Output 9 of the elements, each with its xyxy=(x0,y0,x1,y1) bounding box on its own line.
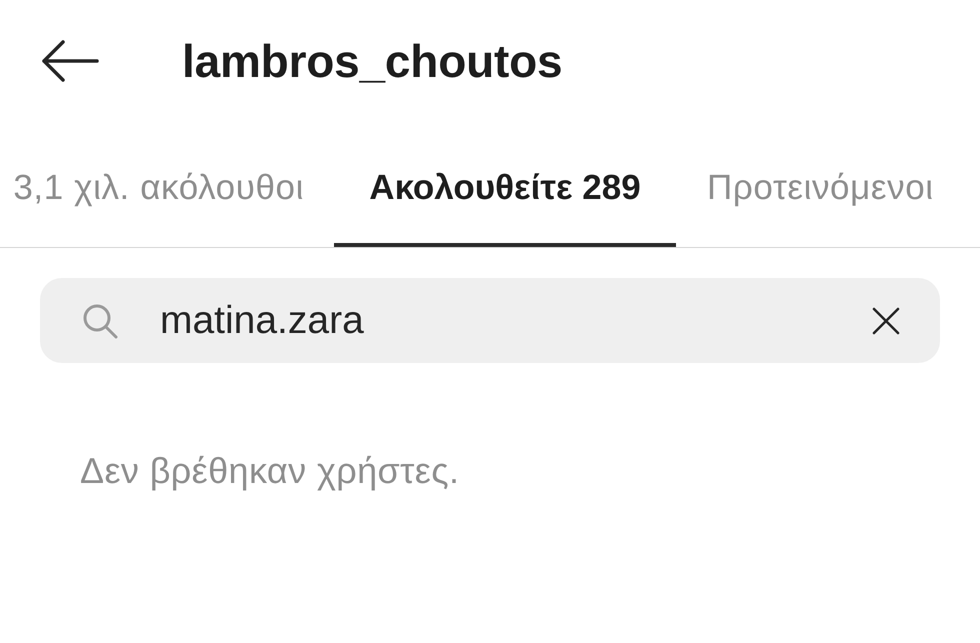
back-icon xyxy=(41,40,99,82)
clear-search-button[interactable] xyxy=(870,305,902,337)
no-results-message: Δεν βρέθηκαν χρήστες. xyxy=(80,451,460,491)
search-icon xyxy=(82,303,118,339)
close-icon xyxy=(872,307,900,335)
back-button[interactable] xyxy=(40,37,100,85)
profile-username: lambros_choutos xyxy=(182,38,562,84)
tab[interactable]: Ακολουθείτε 289 xyxy=(334,122,676,247)
search-field[interactable]: matina.zara xyxy=(40,278,940,363)
